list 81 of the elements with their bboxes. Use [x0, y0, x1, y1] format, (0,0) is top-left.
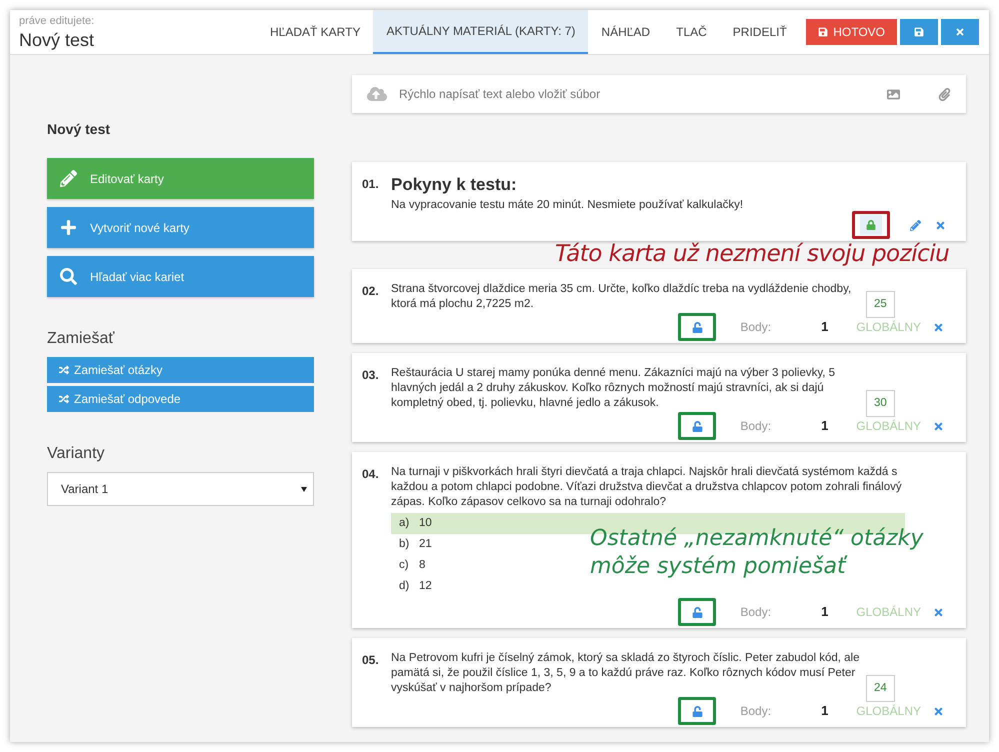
upload-icon[interactable] — [367, 84, 387, 104]
answer-box: 30 — [866, 390, 895, 417]
scope-label: GLOBÁLNY — [856, 418, 921, 435]
sidebar-action[interactable]: Hľadať viac kariet — [47, 256, 314, 297]
delete-icon[interactable] — [935, 220, 946, 230]
unlock-icon — [692, 606, 703, 618]
nav-tab[interactable]: NÁHĽAD — [588, 10, 664, 54]
done-button[interactable]: HOTOVO — [806, 19, 897, 45]
sidebar-action[interactable]: Editovať karty — [47, 158, 314, 199]
option-text: 8 — [419, 558, 426, 573]
close-icon — [955, 27, 965, 37]
dropdown-arrow-icon — [301, 486, 307, 492]
scope-label: GLOBÁLNY — [856, 703, 921, 720]
points-value: 1 — [821, 702, 828, 720]
option-label: b) — [399, 537, 410, 552]
unlock-icon — [692, 420, 703, 432]
card-title: Pokyny k testu: — [391, 175, 518, 195]
card-number: 05. — [362, 652, 380, 669]
edit-icon[interactable] — [910, 220, 921, 230]
lock-toggle[interactable] — [860, 215, 882, 235]
card-number: 01. — [362, 176, 380, 193]
input-placeholder: Rýchlo napísať text alebo vložiť súbor — [399, 86, 600, 103]
shuffle-icon — [59, 394, 69, 404]
image-icon[interactable] — [887, 88, 900, 100]
points-label: Body: — [740, 604, 772, 621]
card-number: 03. — [362, 367, 380, 384]
document-title: Nový test — [19, 30, 96, 50]
nav-tab[interactable]: AKTUÁLNY MATERIÁL (KARTY: 7) — [373, 10, 588, 54]
points-value: 1 — [821, 417, 828, 436]
save-icon — [914, 27, 924, 37]
card-text: Na vypracovanie testu máte 20 minút. Nesmiete používať kalkulačky! — [391, 198, 744, 213]
delete-icon[interactable] — [933, 606, 944, 618]
delete-icon[interactable] — [933, 706, 944, 716]
option-label: a) — [399, 516, 410, 531]
points-label: Body: — [740, 319, 772, 336]
nav-tab[interactable]: PRIDELIŤ — [720, 10, 800, 54]
variants-heading: Varianty — [47, 444, 106, 464]
scope-label: GLOBÁLNY — [856, 319, 921, 336]
card-number: 04. — [362, 466, 380, 483]
pencil-icon — [60, 170, 77, 187]
shuffle-button[interactable]: Zamiešať otázky — [47, 357, 314, 383]
save-button[interactable] — [900, 19, 938, 45]
card-number: 02. — [362, 283, 380, 300]
save-icon — [818, 27, 828, 37]
attachment-icon[interactable] — [938, 88, 951, 100]
unlock-icon — [692, 322, 703, 332]
scope-label: GLOBÁLNY — [856, 604, 921, 621]
option-text: 10 — [419, 516, 432, 531]
unlock-icon — [692, 706, 703, 716]
callout-note: Ostatné „nezamknuté“ otázky môže systém pomiešať — [590, 525, 924, 581]
callout-note: Táto karta už nezmení svoju pozíciu — [555, 241, 950, 267]
shuffle-heading: Zamiešať — [47, 329, 116, 349]
sidebar-action[interactable]: Vytvoriť nové karty — [47, 207, 314, 248]
answer-box: 25 — [866, 291, 895, 318]
nav-tab[interactable]: TLAČ — [663, 10, 720, 54]
variant-select[interactable]: Variant 1 — [47, 472, 314, 506]
question-text: Strana štvorcovej dlaždice meria 35 cm. Určte, koľko dlaždíc treba na vydláždenie chodby, ktorá má plochu 2,7225 m2. — [391, 282, 852, 312]
editing-caption: práve editujete: — [19, 14, 96, 29]
quick-input[interactable]: Rýchlo napísať text alebo vložiť súbor — [352, 75, 966, 113]
lock-icon — [866, 220, 876, 230]
search-icon — [60, 268, 77, 285]
points-value: 1 — [821, 318, 828, 336]
points-label: Body: — [740, 418, 772, 435]
option-label: c) — [399, 558, 410, 573]
points-label: Body: — [740, 703, 772, 720]
delete-icon[interactable] — [933, 322, 944, 332]
option-label: d) — [399, 579, 410, 594]
sidebar-title: Nový test — [47, 120, 112, 139]
question-text: Reštaurácia U starej mamy ponúka denné menu. Zákazníci majú na výber 3 polievky, 5 hlavných jedál a 2 druhy zákuskov. Koľko rôznych možností majú stravníci, ak si dajú kompletný obed, tj. polievku, hlavné jedlo a zákusok. — [391, 366, 836, 411]
question-text: Na Petrovom kufri je číselný zámok, ktorý sa skladá zo štyroch číslic. Peter zabudol kód, ale pamätá si, že použil číslice 1, 3, 5, 9 a to každú práve raz. Koľko rôznych kódov musí Peter vyskúšať v najhoršom prípade? — [391, 651, 860, 696]
nav-tab[interactable]: HĽADAŤ KARTY — [257, 10, 374, 54]
option-text: 21 — [419, 537, 432, 552]
shuffle-icon — [59, 365, 69, 375]
delete-icon[interactable] — [933, 420, 944, 432]
answer-box: 24 — [866, 675, 895, 702]
question-text: Na turnaji v piškvorkách hrali štyri dievčatá a traja chlapci. Najskôr hrali dievčatá systémom každá s každou a potom chlapci podobne. Víťazi družstva dievčat a družstva chlapcov potom zohrali finálový zápas. Koľko zápasov celkovo sa na turnaji odohralo? — [391, 465, 903, 510]
shuffle-button[interactable]: Zamiešať odpovede — [47, 386, 314, 412]
plus-icon — [60, 219, 77, 236]
points-value: 1 — [821, 603, 828, 622]
close-button[interactable] — [941, 19, 979, 45]
option-text: 12 — [419, 579, 432, 594]
